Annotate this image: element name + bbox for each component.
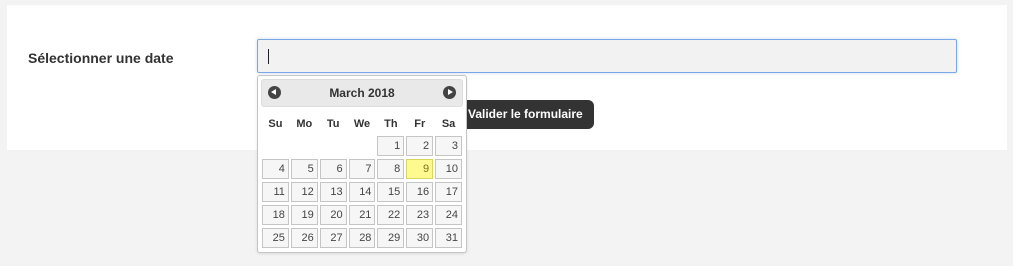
week-row: 4 5 6 7 8 9 10 [261,159,463,182]
weekday-label: Th [384,118,398,130]
day-cell[interactable]: 27 [319,228,347,248]
datepicker-month-title: March 2018 [329,86,395,100]
day-cell[interactable]: 22 [377,205,405,225]
date-input[interactable] [257,39,957,73]
week-row: 123 [261,136,463,159]
empty-day-cell [262,136,289,156]
weekday-label: Tu [326,118,340,130]
day-cell[interactable]: 12 [290,182,318,202]
day-cell[interactable]: 14 [348,182,376,202]
day-cell[interactable]: 20 [319,205,347,225]
day-cell[interactable]: 25 [262,228,289,248]
weekday-label: Sa [441,118,456,130]
day-cell[interactable]: 30 [406,228,434,248]
day-cell[interactable]: 7 [348,159,376,179]
day-cell[interactable]: 15 [377,182,405,202]
weekday-label: Su [268,118,283,130]
datepicker-popup: March 2018 Su Mo Tu We Th Fr Sa 1 2 3 4 5 6 7 8 9 10 11 12… [257,75,467,253]
date-field-label: Sélectionner une date [28,50,174,66]
datepicker-calendar: Su Mo Tu We Th Fr Sa 1 2 3 4 5 6 7 8 9 10 11 12 13 14 15 16 17 1… [261,113,463,251]
day-cell[interactable]: 3 [435,136,463,156]
weekday-label: We [353,118,371,130]
day-cell[interactable]: 4 [262,159,289,179]
day-cell[interactable]: 13 [319,182,347,202]
empty-day-cell [291,136,318,156]
day-cell[interactable]: 10 [435,159,463,179]
text-caret [268,49,269,64]
day-cell[interactable]: 1 [377,136,405,156]
empty-day-cell [349,136,376,156]
week-row: 11 12 13 14 15 16 17 [261,182,463,205]
week-row: 18 19 20 21 22 23 24 [261,205,463,228]
day-cell[interactable]: 21 [348,205,376,225]
weekday-label: Mo [296,118,313,130]
day-cell[interactable]: 26 [290,228,318,248]
day-cell[interactable]: 8 [377,159,405,179]
day-cell[interactable]: 6 [319,159,347,179]
weekday-label: Fr [414,118,426,130]
weekday-header-row: Su Mo Tu We Th Fr Sa [261,113,463,136]
circle-triangle-right-icon[interactable] [443,86,456,99]
day-cell[interactable]: 29 [377,228,405,248]
day-cell[interactable]: 17 [435,182,463,202]
day-cell[interactable]: 23 [406,205,434,225]
day-cell[interactable]: 18 [262,205,289,225]
day-cell[interactable]: 19 [290,205,318,225]
day-cell[interactable]: 16 [406,182,434,202]
submit-button[interactable]: Valider le formulaire [457,100,594,129]
day-cell[interactable]: 11 [262,182,289,202]
day-cell[interactable]: 24 [435,205,463,225]
day-cell-today[interactable]: 9 [406,159,434,179]
form-panel: Sélectionner une date Valider le formula… [7,5,1007,150]
day-cell[interactable]: 28 [348,228,376,248]
day-cell[interactable]: 2 [406,136,434,156]
datepicker-header: March 2018 [261,79,463,107]
week-row: 25 26 27 28 29 30 31 [261,228,463,251]
empty-day-cell [320,136,347,156]
day-cell[interactable]: 31 [435,228,463,248]
day-cell[interactable]: 5 [290,159,318,179]
